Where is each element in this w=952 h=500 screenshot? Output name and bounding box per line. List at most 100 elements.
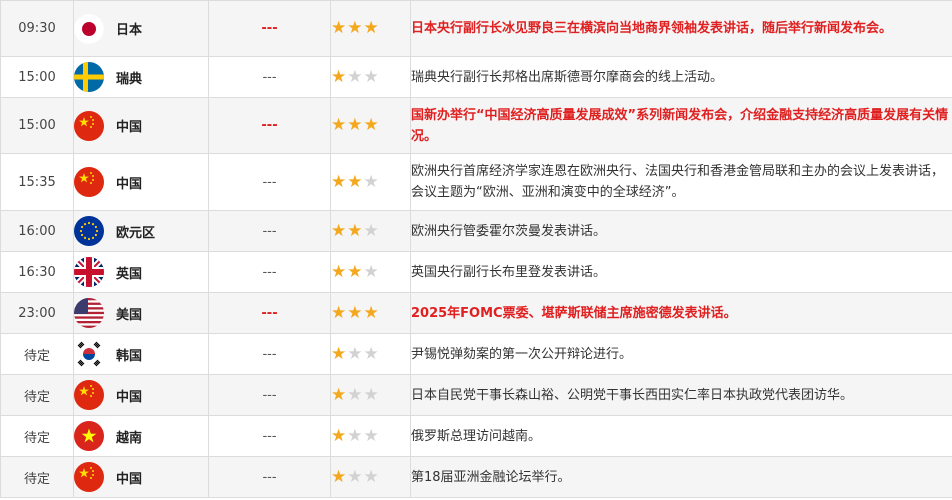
event-value: --- [208, 56, 331, 98]
star-filled-icon: ★ [331, 115, 348, 135]
table-row[interactable]: 09:30 日本 --- ★★★ 日本央行副行长冰见野良三在横滨向当地商界领袖发… [0, 0, 952, 57]
event-description: 尹锡悦弹劾案的第一次公开辩论进行。 [410, 333, 952, 375]
importance-rating: ★★★ [330, 333, 411, 375]
country-name: 美国 [116, 307, 143, 323]
star-empty-icon: ★ [363, 343, 380, 364]
star-empty-icon: ★ [347, 466, 364, 487]
table-row[interactable]: 待定 中国 --- ★★★ 日本自民党干事长森山裕、公明党干事长西田实仁率日本执… [0, 374, 952, 416]
event-value: --- [208, 292, 331, 334]
event-description: 国新办举行“中国经济高质量发展成效”系列新闻发布会，介绍金融支持经济高质量发展有… [410, 97, 952, 154]
event-description: 日本自民党干事长森山裕、公明党干事长西田实仁率日本执政党代表团访华。 [410, 374, 952, 416]
event-value: --- [208, 97, 331, 154]
china-flag-icon [74, 380, 104, 410]
event-time: 待定 [0, 374, 74, 416]
star-empty-icon: ★ [347, 384, 364, 405]
china-flag-icon [74, 167, 104, 197]
table-row[interactable]: 23:00 美国 --- ★★★ 2025年FOMC票委、堪萨斯联储主席施密德发… [0, 292, 952, 334]
event-description: 欧洲央行首席经济学家连恩在欧洲央行、法国央行和香港金管局联和主办的会议上发表讲话… [410, 153, 952, 211]
table-row[interactable]: 待定 中国 --- ★★★ 第18届亚洲金融论坛举行。 [0, 456, 952, 498]
table-row[interactable]: 15:00 瑞典 --- ★★★ 瑞典央行副行长邦格出席斯德哥尔摩商会的线上活动… [0, 56, 952, 98]
japan-flag-icon [74, 13, 104, 44]
star-empty-icon: ★ [363, 220, 380, 241]
country-name: 中国 [116, 389, 143, 405]
event-value: --- [208, 0, 331, 57]
event-time: 15:35 [0, 153, 74, 211]
country-name: 英国 [116, 266, 143, 282]
table-row[interactable]: 15:00 中国 --- ★★★ 国新办举行“中国经济高质量发展成效”系列新闻发… [0, 97, 952, 154]
china-flag-icon [74, 110, 104, 141]
star-filled-icon: ★ [331, 425, 348, 446]
country-name: 瑞典 [116, 71, 143, 87]
country-name: 欧元区 [116, 225, 156, 241]
star-filled-icon: ★ [331, 171, 348, 192]
star-filled-icon: ★ [331, 343, 348, 364]
importance-rating: ★★★ [330, 251, 411, 293]
event-description: 俄罗斯总理访问越南。 [410, 415, 952, 457]
star-empty-icon: ★ [363, 66, 380, 87]
table-row[interactable]: 16:00 欧元区 --- ★★★ 欧洲央行管委霍尔茨曼发表讲话。 [0, 210, 952, 252]
star-empty-icon: ★ [363, 261, 380, 282]
event-value: --- [208, 210, 331, 252]
korea-flag-icon [74, 339, 104, 369]
event-time: 待定 [0, 333, 74, 375]
event-time: 待定 [0, 456, 74, 498]
star-empty-icon: ★ [363, 425, 380, 446]
event-time: 16:00 [0, 210, 74, 252]
country-name: 中国 [116, 120, 143, 135]
country-name: 中国 [116, 176, 143, 192]
table-row[interactable]: 16:30 英国 --- ★★★ 英国央行副行长布里登发表讲话。 [0, 251, 952, 293]
usa-flag-icon [74, 298, 104, 328]
star-filled-icon: ★ [347, 171, 364, 192]
star-filled-icon: ★ [331, 18, 348, 38]
event-time: 16:30 [0, 251, 74, 293]
importance-rating: ★★★ [330, 456, 411, 498]
event-description: 瑞典央行副行长邦格出席斯德哥尔摩商会的线上活动。 [410, 56, 952, 98]
star-filled-icon: ★ [331, 220, 348, 241]
star-filled-icon: ★ [331, 384, 348, 405]
table-row[interactable]: 待定 越南 --- ★★★ 俄罗斯总理访问越南。 [0, 415, 952, 457]
importance-rating: ★★★ [330, 0, 411, 57]
event-value: --- [208, 333, 331, 375]
china-flag-icon [74, 462, 104, 492]
star-filled-icon: ★ [347, 220, 364, 241]
country-name: 中国 [116, 471, 143, 487]
star-empty-icon: ★ [347, 425, 364, 446]
star-empty-icon: ★ [363, 466, 380, 487]
event-time: 15:00 [0, 56, 74, 98]
star-filled-icon: ★ [331, 302, 348, 323]
importance-rating: ★★★ [330, 153, 411, 211]
star-filled-icon: ★ [363, 18, 380, 38]
event-time: 待定 [0, 415, 74, 457]
event-description: 2025年FOMC票委、堪萨斯联储主席施密德发表讲话。 [410, 292, 952, 334]
event-value: --- [208, 374, 331, 416]
event-description: 日本央行副行长冰见野良三在横滨向当地商界领袖发表讲话，随后举行新闻发布会。 [410, 0, 952, 57]
eu-flag-icon [74, 216, 104, 246]
uk-flag-icon [74, 257, 104, 287]
events-table-body: 09:30 日本 --- ★★★ 日本央行副行长冰见野良三在横滨向当地商界领袖发… [0, 0, 952, 498]
star-filled-icon: ★ [331, 66, 348, 87]
events-table: 09:30 日本 --- ★★★ 日本央行副行长冰见野良三在横滨向当地商界领袖发… [0, 0, 952, 498]
event-value: --- [208, 153, 331, 211]
event-time: 23:00 [0, 292, 74, 334]
star-empty-icon: ★ [363, 171, 380, 192]
importance-rating: ★★★ [330, 210, 411, 252]
event-value: --- [208, 415, 331, 457]
importance-rating: ★★★ [330, 374, 411, 416]
table-row[interactable]: 待定 韩国 --- ★★★ 尹锡悦弹劾案的第一次公开辩论进行。 [0, 333, 952, 375]
event-value: --- [208, 456, 331, 498]
star-filled-icon: ★ [363, 115, 380, 135]
event-time: 15:00 [0, 97, 74, 154]
importance-rating: ★★★ [330, 97, 411, 154]
event-value: --- [208, 251, 331, 293]
table-row[interactable]: 15:35 中国 --- ★★★ 欧洲央行首席经济学家连恩在欧洲央行、法国央行和… [0, 153, 952, 211]
star-filled-icon: ★ [347, 18, 364, 38]
star-filled-icon: ★ [347, 302, 364, 323]
star-filled-icon: ★ [331, 261, 348, 282]
star-empty-icon: ★ [347, 343, 364, 364]
event-description: 英国央行副行长布里登发表讲话。 [410, 251, 952, 293]
star-filled-icon: ★ [363, 302, 380, 323]
event-description: 第18届亚洲金融论坛举行。 [410, 456, 952, 498]
importance-rating: ★★★ [330, 292, 411, 334]
importance-rating: ★★★ [330, 415, 411, 457]
vietnam-flag-icon [74, 421, 104, 451]
